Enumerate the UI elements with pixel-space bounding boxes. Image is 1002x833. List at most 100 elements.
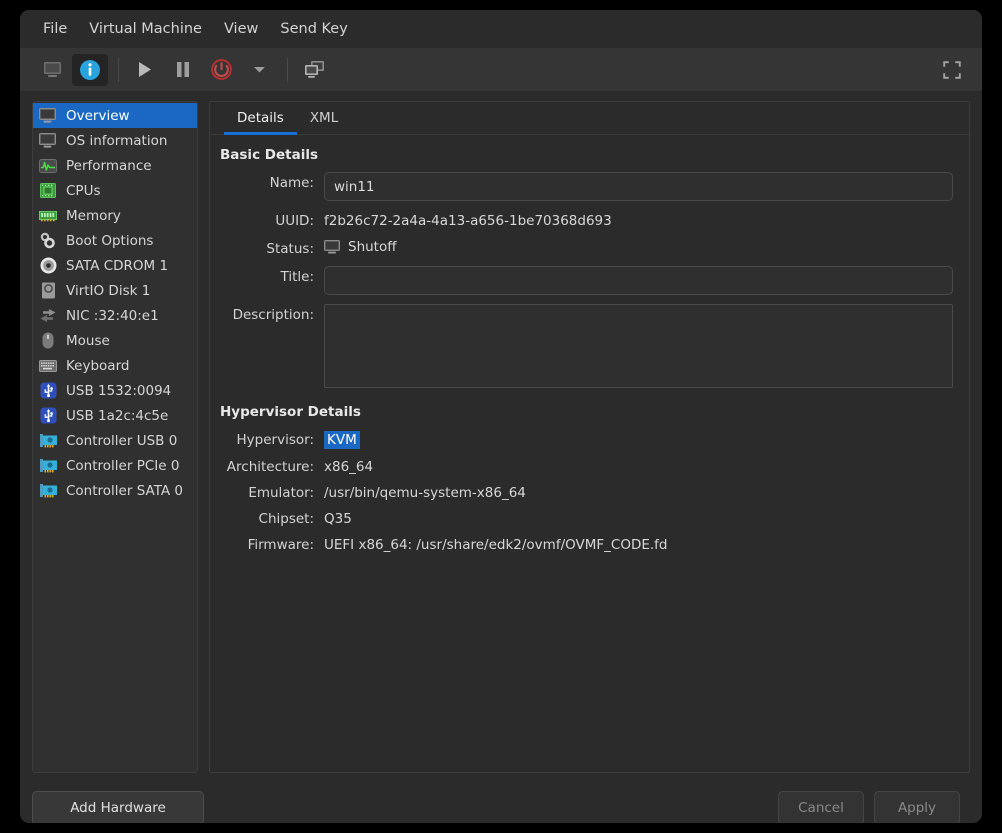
apply-button[interactable]: Apply	[874, 791, 960, 823]
description-row: Description:	[218, 304, 953, 388]
firmware-label: Firmware:	[247, 537, 314, 553]
status-label: Status:	[266, 241, 314, 257]
cancel-button[interactable]: Cancel	[778, 791, 864, 823]
sidebar-item-label: OS information	[66, 132, 168, 149]
pci-card-icon	[38, 456, 58, 475]
pause-icon	[176, 61, 190, 78]
performance-graph-icon	[38, 156, 58, 175]
sidebar-item-performance[interactable]: Performance	[33, 153, 197, 178]
sidebar-item-label: Performance	[66, 157, 152, 174]
monitor-icon	[43, 61, 62, 78]
virt-manager-window: File Virtual Machine View Send Key Overv…	[20, 10, 982, 823]
sidebar-item-overview[interactable]: Overview	[33, 103, 197, 128]
sidebar-item-sata-cdrom-1[interactable]: SATA CDROM 1	[33, 253, 197, 278]
status-badge: Shutoff	[324, 238, 397, 255]
toolbar-separator-1	[118, 57, 119, 82]
network-arrows-icon	[38, 306, 58, 325]
sidebar-item-label: NIC :32:40:e1	[66, 307, 159, 324]
architecture-label: Architecture:	[226, 459, 314, 475]
emulator-row: Emulator: /usr/bin/qemu-system-x86_64	[218, 482, 953, 501]
console-view-button[interactable]	[34, 54, 70, 86]
snapshots-button[interactable]	[296, 54, 332, 86]
menu-virtual-machine[interactable]: Virtual Machine	[79, 17, 212, 41]
sidebar-item-label: Overview	[66, 107, 130, 124]
sidebar-item-boot-options[interactable]: Boot Options	[33, 228, 197, 253]
sidebar-item-label: USB 1a2c:4c5e	[66, 407, 169, 424]
play-icon	[137, 61, 153, 78]
hardware-sidebar[interactable]: Overview OS information Performance CPUs…	[32, 101, 198, 773]
sidebar-item-cpus[interactable]: CPUs	[33, 178, 197, 203]
sidebar-item-keyboard[interactable]: Keyboard	[33, 353, 197, 378]
tab-xml[interactable]: XML	[297, 102, 351, 134]
pci-card-icon	[38, 481, 58, 500]
hypervisor-value: KVM	[324, 431, 360, 449]
emulator-value: /usr/bin/qemu-system-x86_64	[324, 485, 526, 501]
menu-file[interactable]: File	[33, 17, 77, 41]
info-icon	[79, 59, 101, 81]
toolbar	[20, 48, 982, 92]
sidebar-item-label: Mouse	[66, 332, 110, 349]
hypervisor-row: Hypervisor: KVM	[218, 429, 953, 449]
run-button[interactable]	[127, 54, 163, 86]
sidebar-item-controller-usb-0[interactable]: Controller USB 0	[33, 428, 197, 453]
sidebar-item-label: Boot Options	[66, 232, 154, 249]
details-tabs: Details XML	[210, 102, 969, 135]
monitor-icon	[38, 131, 58, 150]
gears-icon	[38, 231, 58, 250]
chevron-down-icon	[253, 65, 266, 74]
add-hardware-button[interactable]: Add Hardware	[32, 791, 204, 823]
sidebar-item-label: Memory	[66, 207, 121, 224]
name-row: Name:	[218, 172, 953, 201]
pci-card-icon	[38, 431, 58, 450]
usb-icon	[38, 381, 58, 400]
firmware-row: Firmware: UEFI x86_64: /usr/share/edk2/o…	[218, 534, 953, 553]
architecture-row: Architecture: x86_64	[218, 456, 953, 475]
cpu-chip-icon	[38, 181, 58, 200]
sidebar-item-controller-sata-0[interactable]: Controller SATA 0	[33, 478, 197, 503]
keyboard-icon	[38, 356, 58, 375]
sidebar-item-memory[interactable]: Memory	[33, 203, 197, 228]
toolbar-separator-2	[287, 57, 288, 82]
sidebar-item-label: Controller USB 0	[66, 432, 178, 449]
name-label: Name:	[269, 175, 314, 191]
sidebar-item-nic[interactable]: NIC :32:40:e1	[33, 303, 197, 328]
sidebar-item-label: USB 1532:0094	[66, 382, 172, 399]
fullscreen-icon	[943, 60, 961, 79]
name-input[interactable]	[324, 172, 953, 201]
hypervisor-label: Hypervisor:	[236, 432, 314, 448]
details-content: Basic Details Name: UUID: f2b26c72-2a4a-…	[210, 135, 969, 562]
sidebar-item-label: Controller SATA 0	[66, 482, 184, 499]
tab-details[interactable]: Details	[224, 102, 297, 135]
pause-button[interactable]	[165, 54, 201, 86]
footer-bar: Add Hardware Cancel Apply	[20, 773, 982, 823]
title-input[interactable]	[324, 266, 953, 295]
description-textarea[interactable]	[324, 304, 953, 388]
sidebar-item-usb-1532-0094[interactable]: USB 1532:0094	[33, 378, 197, 403]
description-label: Description:	[232, 307, 314, 323]
sidebar-item-os-information[interactable]: OS information	[33, 128, 197, 153]
windows-stack-icon	[304, 60, 325, 79]
menu-view[interactable]: View	[214, 17, 268, 41]
status-value: Shutoff	[348, 239, 397, 255]
details-view-button[interactable]	[72, 53, 108, 86]
shutdown-menu-button[interactable]	[241, 54, 277, 86]
fullscreen-button[interactable]	[934, 54, 970, 86]
sidebar-item-mouse[interactable]: Mouse	[33, 328, 197, 353]
uuid-label: UUID:	[275, 213, 314, 229]
sidebar-item-label: VirtIO Disk 1	[66, 282, 151, 299]
menubar: File Virtual Machine View Send Key	[20, 10, 982, 48]
menu-send-key[interactable]: Send Key	[270, 17, 357, 41]
cdrom-disc-icon	[38, 256, 58, 275]
shutdown-button[interactable]	[203, 54, 239, 86]
monitor-off-icon	[324, 239, 341, 255]
memory-stick-icon	[38, 206, 58, 225]
uuid-value: f2b26c72-2a4a-4a13-a656-1be70368d693	[324, 213, 612, 229]
sidebar-item-usb-1a2c-4c5e[interactable]: USB 1a2c:4c5e	[33, 403, 197, 428]
sidebar-item-controller-pcie-0[interactable]: Controller PCIe 0	[33, 453, 197, 478]
details-panel: Details XML Basic Details Name: UUID: f2…	[209, 101, 970, 773]
chipset-row: Chipset: Q35	[218, 508, 953, 527]
title-row: Title:	[218, 266, 953, 295]
hypervisor-details-heading: Hypervisor Details	[220, 404, 361, 420]
sidebar-item-virtio-disk-1[interactable]: VirtIO Disk 1	[33, 278, 197, 303]
sidebar-item-label: CPUs	[66, 182, 101, 199]
